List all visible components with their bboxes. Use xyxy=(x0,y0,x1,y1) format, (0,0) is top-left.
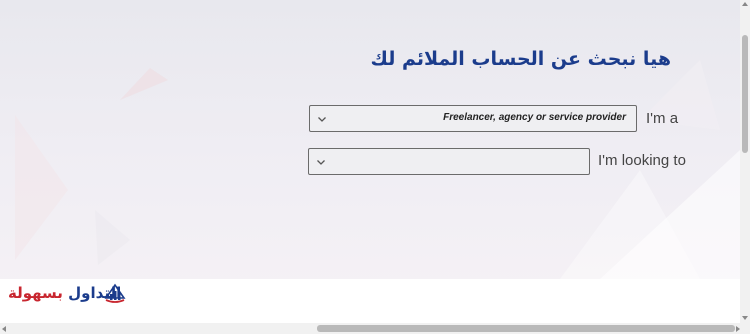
scroll-up-arrow-icon[interactable] xyxy=(742,2,748,6)
hero-section: هيا نبحث عن الحساب الملائم لك I'm a Free… xyxy=(0,0,740,279)
role-label: I'm a xyxy=(646,110,679,127)
logo-word-red: بسهولة xyxy=(8,284,63,302)
role-select[interactable]: Freelancer, agency or service provider xyxy=(309,105,637,132)
scroll-right-arrow-icon[interactable] xyxy=(736,326,740,332)
horizontal-scrollbar[interactable] xyxy=(0,323,750,334)
vertical-scrollbar[interactable] xyxy=(740,0,750,323)
chevron-down-icon xyxy=(318,117,326,122)
bar-chart-logo-icon xyxy=(104,283,126,303)
role-select-value: Freelancer, agency or service provider xyxy=(443,112,626,123)
page-viewport: هيا نبحث عن الحساب الملائم لك I'm a Free… xyxy=(0,0,740,323)
scroll-left-arrow-icon[interactable] xyxy=(2,326,6,332)
background-decoration xyxy=(15,60,740,279)
footer-bar: التداول بسهولة xyxy=(0,279,740,323)
scroll-down-arrow-icon[interactable] xyxy=(742,316,748,320)
page-title: هيا نبحث عن الحساب الملائم لك xyxy=(370,48,671,70)
horizontal-scroll-thumb[interactable] xyxy=(317,325,735,332)
chevron-down-icon xyxy=(317,160,325,165)
looking-for-select[interactable] xyxy=(308,148,590,175)
vertical-scroll-thumb[interactable] xyxy=(742,35,748,153)
looking-for-label: I'm looking to xyxy=(598,152,686,169)
